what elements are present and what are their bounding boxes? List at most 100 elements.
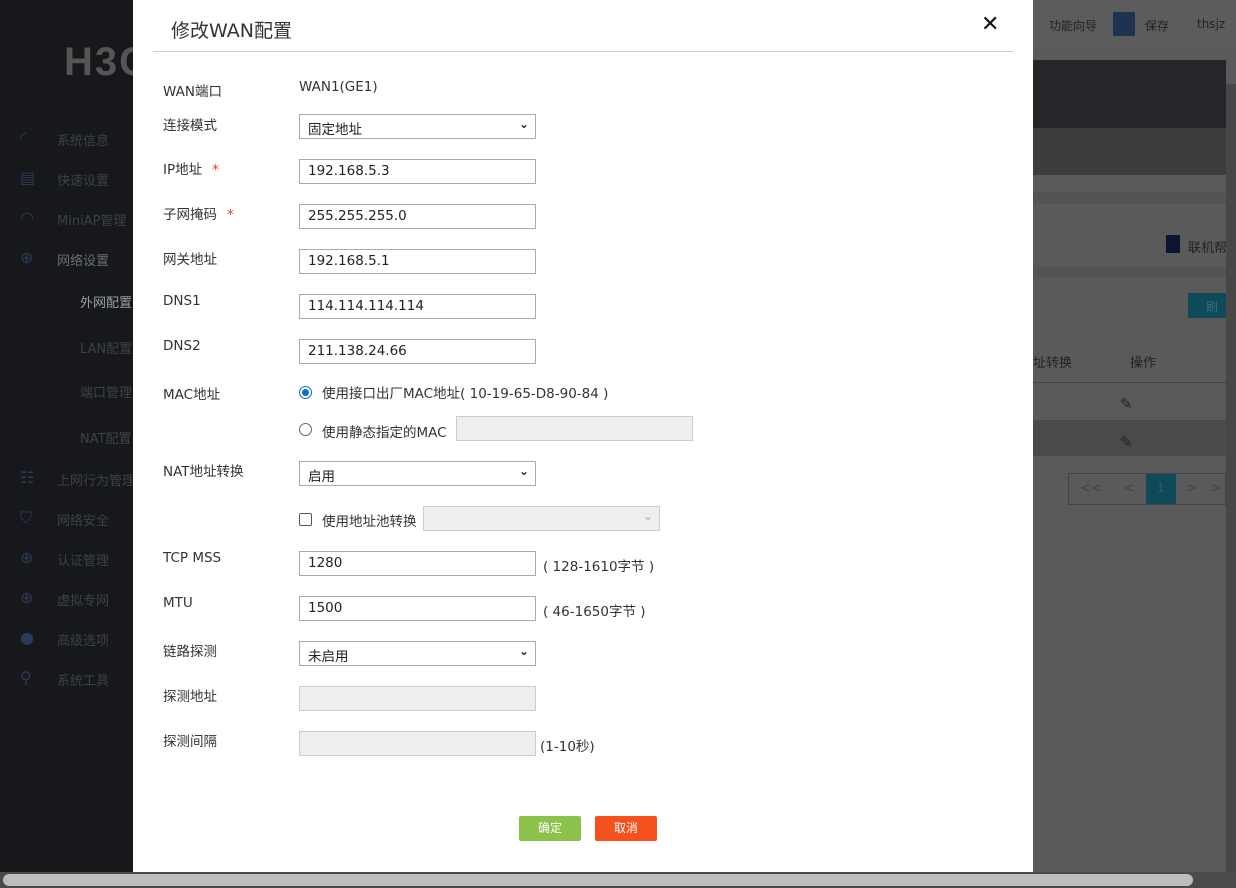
edit-wan-dialog: 修改WAN配置 ✕ WAN端口 WAN1(GE1) 连接模式 固定地址 ⌄ IP地… (133, 0, 1033, 872)
probe-interval-label: 探测间隔 (163, 734, 217, 750)
nat-select[interactable]: 启用 ⌄ (299, 461, 536, 486)
advanced-icon: ● (20, 628, 34, 647)
header-band (1033, 60, 1226, 128)
address-pool-checkbox[interactable] (299, 513, 312, 526)
ip-label-text: IP地址 (163, 162, 203, 178)
chevron-down-icon: ⌄ (518, 117, 529, 131)
gauge-icon: ◜ (20, 128, 27, 147)
dns2-label: DNS2 (163, 338, 201, 354)
mac-factory-label: 使用接口出厂MAC地址( 10-19-65-D8-90-84 ) (322, 386, 609, 402)
cancel-button[interactable]: 取消 (595, 816, 657, 841)
globe-icon: ⊕ (20, 548, 34, 567)
refresh-button[interactable]: 刷新 (1188, 293, 1226, 318)
close-icon[interactable]: ✕ (981, 12, 999, 37)
wizard-button[interactable]: 功能向导 (1049, 17, 1097, 34)
mac-label: MAC地址 (163, 387, 221, 403)
probe-address-input[interactable] (299, 686, 536, 711)
help-book-icon (1166, 235, 1180, 253)
confirm-button[interactable]: 确定 (519, 816, 581, 841)
wifi-icon: ◠ (20, 208, 34, 227)
page-prev[interactable]: < (1112, 474, 1146, 504)
tools-icon: ⚲ (20, 668, 32, 687)
nav-vpn[interactable]: ⊕ 虚拟专网 (0, 588, 133, 608)
user-name[interactable]: thsjz (1197, 17, 1225, 31)
page-first[interactable]: << (1069, 474, 1112, 504)
mss-label: TCP MSS (163, 550, 222, 566)
nav-quick-setup[interactable]: ▤ 快速设置 (0, 168, 133, 188)
mode-label: 连接模式 (163, 118, 217, 134)
chevron-down-icon: ⌄ (518, 644, 529, 658)
save-icon[interactable] (1113, 12, 1135, 36)
probe-select[interactable]: 未启用 ⌄ (299, 641, 536, 666)
nav-advanced[interactable]: ● 高级选项 (0, 628, 133, 648)
probe-interval-hint: (1-10秒) (540, 739, 595, 755)
nav-nat-config[interactable]: NAT配置 (0, 426, 133, 446)
gateway-label: 网关地址 (163, 252, 217, 268)
mask-label-text: 子网掩码 (163, 207, 217, 223)
nav-behavior[interactable]: ☷ 上网行为管理 (0, 468, 133, 488)
required-mark: * (227, 207, 234, 223)
connection-mode-select[interactable]: 固定地址 ⌄ (299, 114, 536, 139)
mac-static-radio[interactable] (299, 423, 312, 436)
nav-system-info[interactable]: ◜ 系统信息 (0, 128, 133, 148)
divider (1033, 267, 1226, 277)
mac-factory-radio[interactable] (299, 386, 312, 399)
ip-input[interactable]: 192.168.5.3 (299, 159, 536, 184)
static-mac-input[interactable] (456, 416, 693, 441)
edit-icon[interactable]: ✎ (1120, 433, 1133, 451)
mtu-input[interactable]: 1500 (299, 596, 536, 621)
mac-static-label: 使用静态指定的MAC (322, 425, 447, 441)
chevron-down-icon: ⌄ (642, 509, 653, 523)
page-next[interactable]: > (1176, 474, 1208, 504)
col-operation: 操作 (1130, 356, 1157, 371)
vpn-globe-icon: ⊕ (20, 588, 34, 607)
dns1-input[interactable]: 114.114.114.114 (299, 294, 536, 319)
nav-port-manage[interactable]: 端口管理 (0, 380, 133, 400)
nav-miniap[interactable]: ◠ MiniAP管理 (0, 208, 133, 228)
probe-interval-input[interactable] (299, 731, 536, 756)
dialog-title: 修改WAN配置 (171, 20, 292, 42)
mtu-hint: ( 46-1650字节 ) (543, 604, 646, 620)
horizontal-scroll-thumb[interactable] (3, 874, 1193, 886)
wan-port-label: WAN端口 (163, 84, 222, 100)
ip-label: IP地址 * (163, 158, 219, 178)
sidebar: H3C ◜ 系统信息 ▤ 快速设置 ◠ MiniAP管理 ⊕ 网络设置 外网配置 LAN… (0, 0, 148, 888)
divider (1033, 192, 1226, 204)
chevron-down-icon: ⌄ (518, 464, 529, 478)
divider (1033, 382, 1226, 383)
selected-value: 未启用 (308, 649, 349, 665)
help-link[interactable]: 联机帮 (1188, 237, 1227, 256)
nav-network[interactable]: ⊕ 网络设置 (0, 248, 133, 268)
nav-wan-config[interactable]: 外网配置 (0, 290, 133, 310)
divider (153, 51, 1013, 52)
nat-label: NAT地址转换 (163, 464, 244, 480)
topbar: 功能向导 保存 thsjz (1033, 0, 1236, 50)
gateway-input[interactable]: 192.168.5.1 (299, 249, 536, 274)
address-pool-select[interactable]: ⌄ (423, 506, 660, 531)
pagination: << < 1 > > (1068, 473, 1226, 505)
selected-value: 启用 (308, 469, 335, 485)
mss-input[interactable]: 1280 (299, 551, 536, 576)
edit-icon[interactable]: ✎ (1120, 395, 1133, 413)
save-button[interactable]: 保存 (1145, 17, 1169, 34)
shield-icon: ⛉ (20, 508, 33, 527)
dns1-label: DNS1 (163, 293, 201, 309)
vertical-scrollbar[interactable] (1226, 84, 1236, 874)
mask-label: 子网掩码 * (163, 203, 234, 223)
nav-security[interactable]: ⛉ 网络安全 (0, 508, 133, 528)
col-nat: 址转换 (1033, 356, 1073, 371)
wan-port-value: WAN1(GE1) (299, 79, 378, 95)
mask-input[interactable]: 255.255.255.0 (299, 204, 536, 229)
page-1[interactable]: 1 (1146, 474, 1176, 504)
nav-auth[interactable]: ⊕ 认证管理 (0, 548, 133, 568)
nav-lan-config[interactable]: LAN配置 (0, 336, 133, 356)
page-last[interactable]: > (1207, 474, 1225, 504)
required-mark: * (212, 162, 219, 178)
title-band (1033, 128, 1226, 175)
probe-label: 链路探测 (163, 644, 217, 660)
mss-hint: ( 128-1610字节 ) (543, 559, 655, 575)
nav-tools[interactable]: ⚲ 系统工具 (0, 668, 133, 688)
edit-doc-icon: ▤ (20, 168, 36, 187)
mtu-label: MTU (163, 595, 193, 611)
dns2-input[interactable]: 211.138.24.66 (299, 339, 536, 364)
